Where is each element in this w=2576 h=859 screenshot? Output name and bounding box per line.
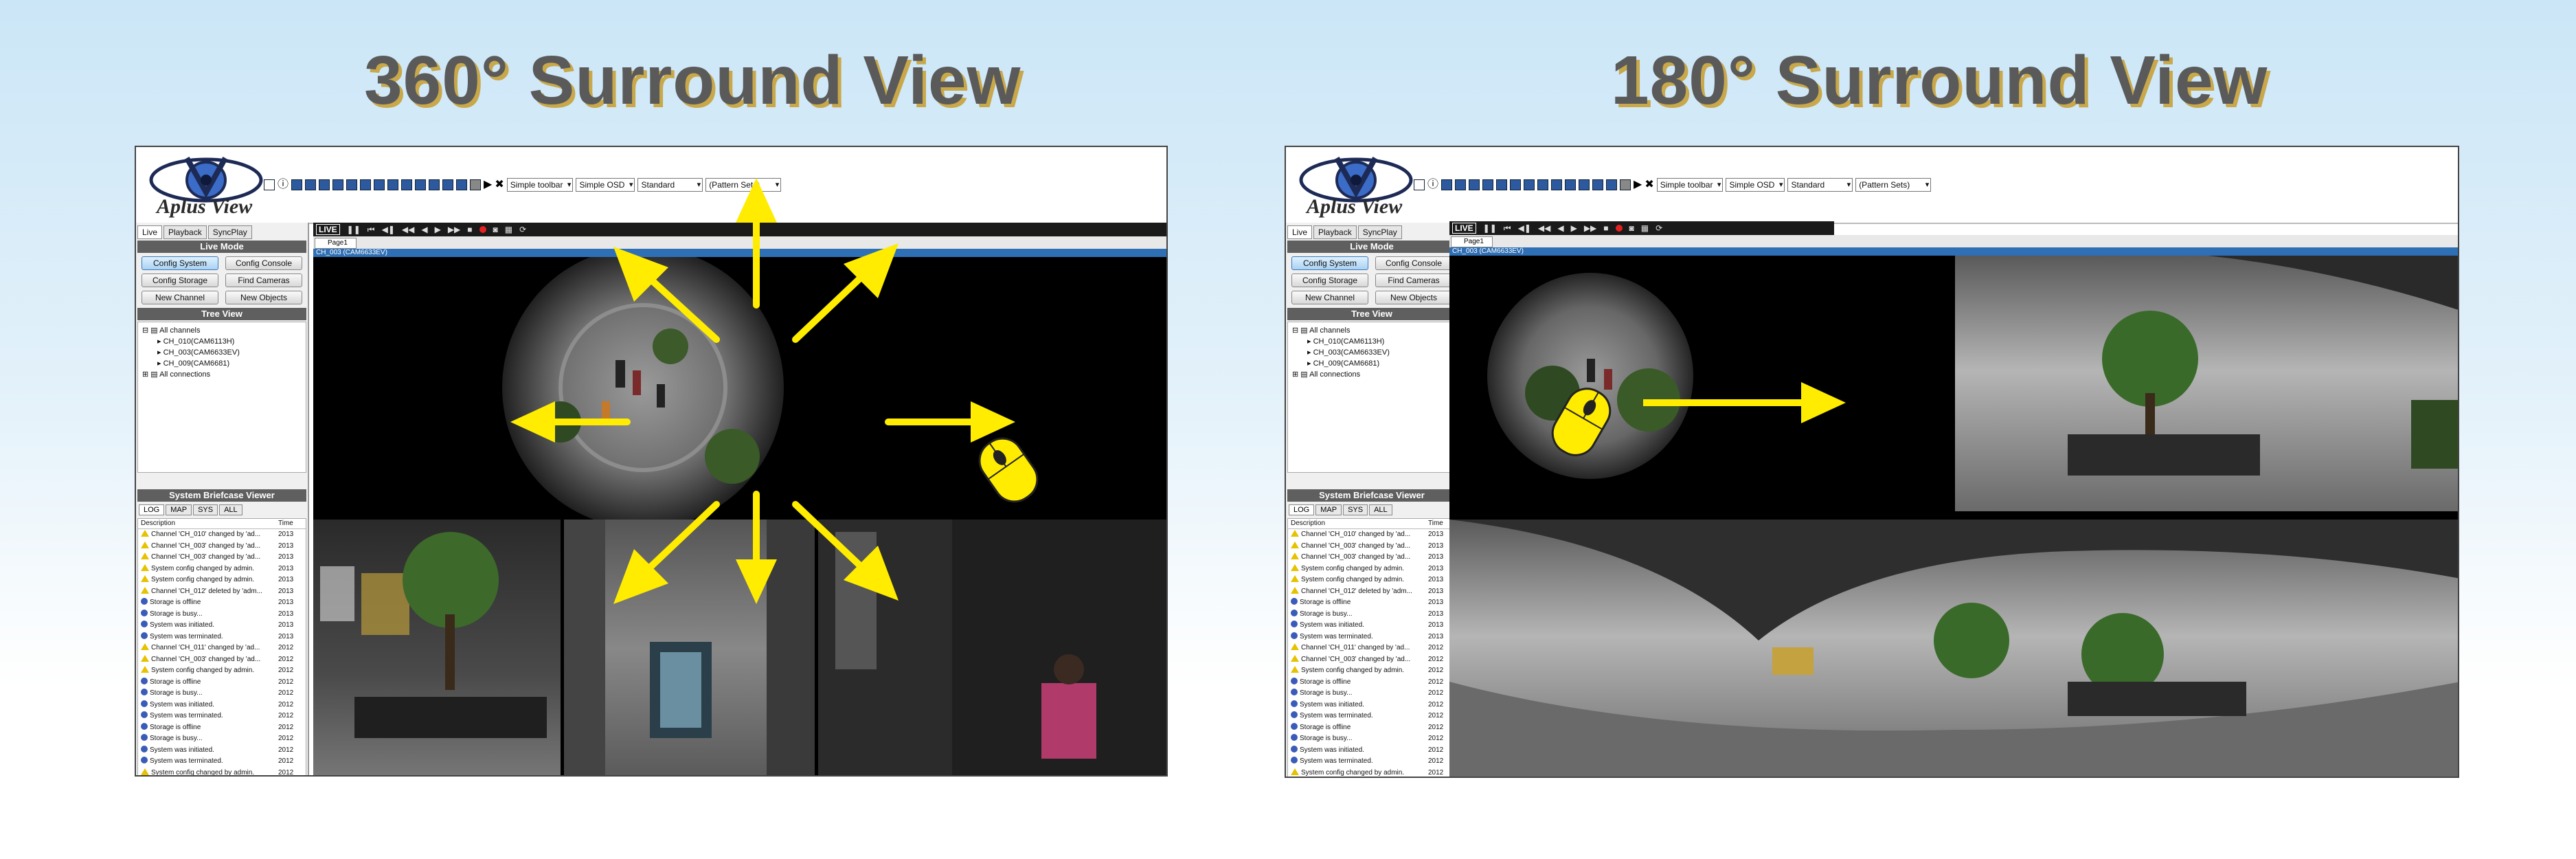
app-window-180: Aplus View ⓘ ▶ ✖ Simple toolbar Simple O… xyxy=(1285,146,2459,778)
heading-360: 360° Surround View xyxy=(364,42,1021,119)
arrow-down-left-icon xyxy=(648,501,720,570)
heading-180: 180° Surround View xyxy=(1611,42,2268,119)
direction-arrows-overlay xyxy=(510,178,1039,604)
direction-arrows-overlay xyxy=(1551,382,1846,456)
arrow-up-left-icon xyxy=(649,278,720,343)
mouse-icon xyxy=(978,437,1039,503)
mouse-icon xyxy=(1551,388,1612,456)
arrow-up-right-icon xyxy=(792,274,864,343)
app-window-360: Aplus View ⓘ ▶ ✖ Simple toolbar Simple O… xyxy=(135,146,1168,777)
arrow-down-right-icon xyxy=(792,501,864,570)
